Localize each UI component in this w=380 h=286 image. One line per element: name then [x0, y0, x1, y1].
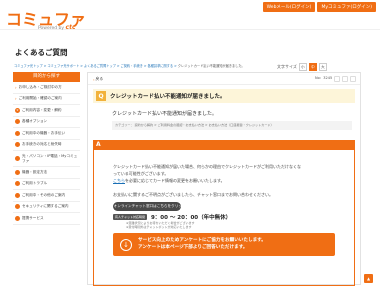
sidebar-item-label: ご利用内容・変更・解約 — [22, 107, 62, 112]
survey-banner[interactable]: ↓ サービス向上のためアンケートにご協力をお願いいたします。 アンケートは本ペー… — [113, 233, 335, 256]
site-header: コミュファ Powered by ctc Webメール(ログイン) Myコミュフ… — [0, 0, 380, 31]
sidebar-item-label: 光・パソコン・IP電話・Myコミュファ — [22, 153, 78, 163]
sidebar-item-label: 提携サービス — [22, 215, 44, 220]
sidebar-header: 目的から探す — [13, 72, 80, 82]
mycommufa-login-link[interactable]: Myコミュファ(ログイン) — [317, 2, 376, 12]
note-line: ※受付時間外はチャットボットが対応いたします — [126, 224, 192, 229]
sidebar-item[interactable]: 機器・設定方法 — [13, 167, 80, 179]
down-arrow-icon: ↓ — [120, 238, 132, 251]
font-size-label: 文字サイズ — [277, 64, 297, 69]
question-box: Q クレジットカード払い不能通知が届きました。 — [93, 89, 355, 103]
answer-line-text: 必要に応じてカード情報の変更をお願いいたします。 — [129, 178, 225, 183]
sidebar-item[interactable]: ご利用トラブル — [13, 179, 80, 190]
pc-icon — [15, 156, 20, 161]
sidebar-item-label: 各種オプション — [22, 119, 48, 124]
breadcrumb-link[interactable]: コミュファ光サポート — [47, 64, 79, 68]
question-title: クレジットカード払い不能通知が届きました。 — [110, 94, 226, 100]
sidebar-item[interactable]: 光・パソコン・IP電話・Myコミュファ — [13, 151, 80, 167]
survey-line: サービス向上のためアンケートにご協力をお願いいたします。 — [138, 237, 266, 243]
chat-note: ※混雑状況によりお待ちいただく場合がございます ※受付時間外はチャットボットが対… — [126, 221, 194, 230]
sidebar-item-label: ご利用開始・確認のご案内 — [18, 96, 62, 101]
faq-article: ‹ 戻る No：3245 Q クレジットカード払い不能通知が届きました。 クレジッ… — [87, 72, 361, 286]
article-toolbar: ‹ 戻る No：3245 — [88, 73, 360, 85]
survey-text: サービス向上のためアンケートにご協力をお願いいたします。 アンケートは本ページ下… — [138, 238, 266, 251]
partner-icon — [15, 215, 20, 221]
question-number: No：3245 — [315, 76, 333, 80]
chat-label: オンラインチャット窓口はこちらをクリック — [113, 204, 186, 208]
breadcrumb-link[interactable]: コミュファ光トップ — [14, 64, 43, 68]
font-size-large-button[interactable]: 大 — [318, 63, 327, 71]
answer-line: っている可能性がございます。 — [113, 171, 169, 176]
sidebar-item[interactable]: › ご利用開始・確認のご案内 — [13, 94, 80, 105]
sidebar-item[interactable]: セキュリティに関するご案内 — [13, 202, 80, 213]
breadcrumb-link[interactable]: 各種請求に関する — [148, 64, 174, 68]
hours-tag: 有人チャット対応時間 — [113, 214, 147, 220]
breadcrumb-link[interactable]: ご契約・手続き — [121, 64, 143, 68]
category-path: カテゴリー： 契約から解約 > ご利用料金の確認・お支払い方法 > お支払い方法… — [112, 121, 352, 130]
breadcrumb: コミュファ光トップ > コミュファ光サポート > よくあるご質問トップ > ご契… — [14, 64, 245, 68]
sidebar: 目的から探す › お申し込み・ご検討中の方 › ご利用開始・確認のご案内 ¥ ご利用内… — [13, 72, 80, 225]
sidebar-item[interactable]: お手続きの対応と紛失時 — [13, 140, 80, 151]
font-size-switcher: 文字サイズ 小 中 大 — [277, 63, 327, 71]
sidebar-item[interactable]: 提携サービス — [13, 213, 80, 225]
sidebar-item-label: 機器・設定方法 — [22, 169, 48, 174]
lost-icon — [15, 142, 20, 148]
arrow-icon: › — [15, 84, 17, 90]
yen-icon: ¥ — [15, 107, 20, 113]
tagline-prefix: Powered by — [38, 26, 65, 31]
answer-line: お支払いに関するご不明点がございましたら、チャット窓口までお問い合わせください。 — [113, 192, 273, 197]
arrow-icon: › — [15, 96, 17, 102]
sidebar-item-label: ご利用中・その他のご案内 — [22, 192, 66, 197]
font-size-medium-button[interactable]: 中 — [308, 63, 317, 71]
survey-line: アンケートは本ページ下部よりご回答いただけます。 — [138, 244, 248, 250]
share-facebook-icon[interactable] — [342, 76, 348, 82]
chat-icon: ● — [108, 204, 112, 209]
sidebar-item[interactable]: › お申し込み・ご検討中の方 — [13, 82, 80, 94]
card-change-link[interactable]: こちら — [113, 178, 125, 183]
breadcrumb-current: クレジットカード払い不能通知が届きました。 — [177, 64, 245, 68]
sidebar-item-label: ご利用中の機器・お手伝い — [22, 130, 66, 135]
hours-value: 9：00 ～ 20：00（年中無休） — [150, 215, 232, 221]
logo-tagline: Powered by ctc — [38, 24, 76, 31]
share-twitter-icon[interactable] — [334, 76, 340, 82]
security-icon — [15, 204, 20, 210]
answer-box: A クレジットカード払い不能通知が届いた場合、何らかの理由でクレジットカードがご… — [93, 140, 355, 286]
header-links: Webメール(ログイン) Myコミュファ(ログイン) — [262, 2, 376, 12]
sidebar-item-label: ご利用トラブル — [22, 181, 48, 186]
webmail-login-link[interactable]: Webメール(ログイン) — [262, 2, 316, 12]
sidebar-item-label: お手続きの対応と紛失時 — [22, 142, 62, 147]
option-icon — [15, 119, 20, 125]
back-label: 戻る — [95, 76, 104, 81]
device-icon — [15, 130, 20, 136]
sidebar-item[interactable]: 各種オプション — [13, 117, 80, 128]
back-arrow-icon: ‹ — [93, 76, 95, 82]
answer-line: クレジットカード払い不能通知が届いた場合、何らかの理由でクレジットカードがご利用… — [113, 164, 301, 169]
answer-badge: A — [96, 141, 101, 148]
setting-icon — [15, 169, 20, 175]
page-top-button[interactable]: ▲ — [364, 274, 373, 283]
question-badge: Q — [96, 91, 106, 101]
sidebar-item[interactable]: ご利用中の機器・お手伝い — [13, 128, 80, 140]
share-line-icon[interactable] — [350, 76, 356, 82]
chat-hours: 有人チャット対応時間 9：00 ～ 20：00（年中無休） — [113, 213, 231, 221]
question-body: クレジットカード払い不能通知が届きました。 — [112, 111, 218, 117]
font-size-small-button[interactable]: 小 — [298, 63, 307, 71]
answer-line: こちらを必要に応じてカード情報の変更をお願いいたします。 — [113, 178, 225, 184]
sidebar-item[interactable]: ご利用中・その他のご案内 — [13, 190, 80, 202]
sidebar-item-label: お申し込み・ご検討中の方 — [18, 84, 62, 89]
sidebar-item[interactable]: ¥ ご利用内容・変更・解約 — [13, 105, 80, 117]
answer-header: A — [94, 140, 354, 150]
breadcrumb-link[interactable]: よくあるご質問トップ — [84, 64, 116, 68]
sidebar-item-label: セキュリティに関するご案内 — [22, 204, 69, 209]
info-icon — [15, 192, 20, 198]
back-link[interactable]: ‹ 戻る — [93, 76, 103, 82]
tagline-brand: ctc — [65, 24, 76, 31]
page-title: よくあるご質問 — [15, 48, 68, 57]
chat-button[interactable]: ● オンラインチャット窓口はこちらをクリック — [109, 202, 186, 211]
trouble-icon — [15, 181, 20, 187]
